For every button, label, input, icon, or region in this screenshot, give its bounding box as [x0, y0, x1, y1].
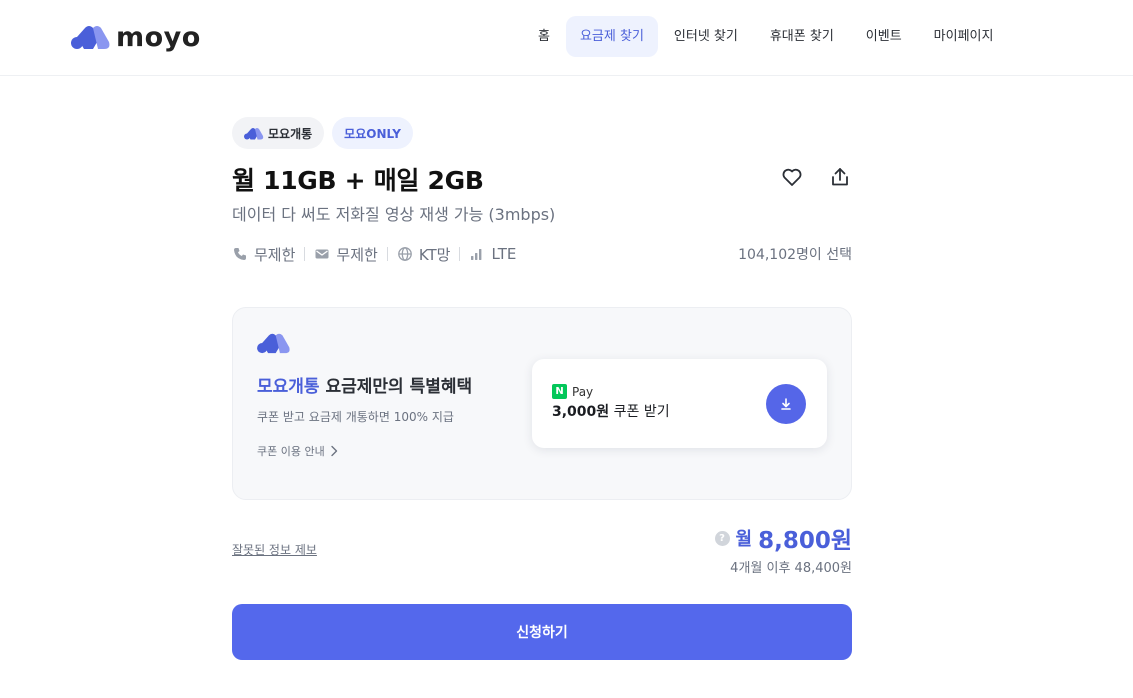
- price-prefix: 월: [735, 529, 753, 550]
- npay-label: Pay: [572, 384, 594, 399]
- mail-icon: [315, 249, 329, 259]
- nav-mypage[interactable]: 마이페이지: [918, 16, 1010, 57]
- promo-title-highlight: 모요개통: [257, 377, 320, 397]
- spec-divider: [386, 247, 388, 261]
- promo-description: 쿠폰 받고 요금제 개통하면 100% 지급: [257, 410, 454, 424]
- plan-title: 월 11GB + 매일 2GB: [232, 166, 484, 195]
- chip-label: 모요개통: [268, 126, 313, 141]
- promo-title: 모요개통 요금제만의 특별혜택: [257, 372, 472, 397]
- coupon-title: 3,000원 쿠폰 받기: [552, 401, 670, 421]
- moyo-logo[interactable]: moyo: [71, 21, 201, 53]
- plan-subtitle: 데이터 다 써도 저화질 영상 재생 가능 (3mbps): [232, 205, 556, 224]
- spec-network: KT망: [397, 244, 451, 265]
- spec-label: 무제한: [254, 245, 296, 264]
- moyo-mini-logo-icon: [244, 127, 264, 139]
- plan-detail: 모요개통 모요ONLY 월 11GB + 매일 2GB 데이터 다 써도 저화질…: [232, 117, 852, 660]
- price-line: ? 월 8,800원: [714, 523, 852, 554]
- top-header: moyo 홈 요금제 찾기 인터넷 찾기 휴대폰 찾기 이벤트 마이페이지: [0, 0, 1133, 76]
- nav-plan-search[interactable]: 요금제 찾기: [565, 16, 658, 57]
- coupon-action: 쿠폰 받기: [609, 404, 670, 420]
- coupon-amount: 3,000원: [552, 404, 610, 420]
- nav-phone-search[interactable]: 휴대폰 찾기: [754, 16, 850, 57]
- plan-specs: 무제한 무제한 KT망 LTE 104,102명이 선택: [232, 243, 852, 265]
- price-help-icon[interactable]: ?: [714, 530, 730, 546]
- plan-chips: 모요개통 모요ONLY: [232, 117, 852, 149]
- spec-label: 무제한: [336, 245, 378, 264]
- nav-internet-search[interactable]: 인터넷 찾기: [658, 16, 754, 57]
- chip-label: 모요ONLY: [344, 126, 401, 141]
- download-icon: [781, 398, 791, 410]
- report-wrong-info-link[interactable]: 잘못된 정보 제보: [232, 541, 317, 558]
- logo-text: moyo: [116, 21, 201, 53]
- spec-label: LTE: [491, 245, 517, 263]
- nav-home[interactable]: 홈: [522, 16, 566, 57]
- main-nav: 홈 요금제 찾기 인터넷 찾기 휴대폰 찾기 이벤트 마이페이지: [522, 16, 1009, 57]
- monthly-price: 8,800원: [758, 528, 852, 554]
- spec-generation: LTE: [469, 245, 516, 263]
- coupon-guide-link[interactable]: 쿠폰 이용 안내: [257, 443, 339, 459]
- coupon-card[interactable]: N Pay 3,000원 쿠폰 받기: [532, 359, 827, 448]
- chevron-right-icon: [331, 445, 337, 457]
- price-block: ? 월 8,800원 4개월 이후 48,400원: [714, 523, 852, 576]
- apply-button[interactable]: 신청하기: [232, 604, 852, 660]
- price-after-promo: 4개월 이후 48,400원: [730, 561, 852, 576]
- spec-divider: [459, 247, 461, 261]
- spec-label: KT망: [418, 245, 451, 264]
- title-row: 월 11GB + 매일 2GB: [232, 161, 852, 195]
- moyo-logo-mark-icon: [71, 26, 110, 49]
- heart-icon[interactable]: [780, 165, 804, 189]
- share-icon[interactable]: [828, 165, 852, 189]
- globe-icon: [397, 247, 412, 261]
- spec-sms: 무제한: [314, 244, 378, 265]
- npay-logo-icon: N: [552, 384, 567, 399]
- promo-box: 모요개통 요금제만의 특별혜택 쿠폰 받고 요금제 개통하면 100% 지급 쿠…: [232, 307, 852, 500]
- nav-events[interactable]: 이벤트: [850, 16, 918, 57]
- spec-divider: [304, 247, 306, 261]
- spec-voice: 무제한: [232, 244, 295, 265]
- npay-badge: N Pay: [552, 384, 593, 399]
- signal-icon: [471, 249, 482, 260]
- moyo-logo-mark-icon: [257, 333, 290, 354]
- phone-icon: [234, 248, 246, 260]
- promo-title-rest: 요금제만의 특별혜택: [319, 377, 473, 397]
- coupon-download-button[interactable]: [766, 384, 806, 424]
- coupon-guide-label: 쿠폰 이용 안내: [257, 445, 325, 458]
- chip-moyo-activation: 모요개통: [232, 117, 325, 149]
- chip-moyo-only: 모요ONLY: [332, 117, 413, 149]
- select-count: 104,102명이 선택: [738, 247, 852, 263]
